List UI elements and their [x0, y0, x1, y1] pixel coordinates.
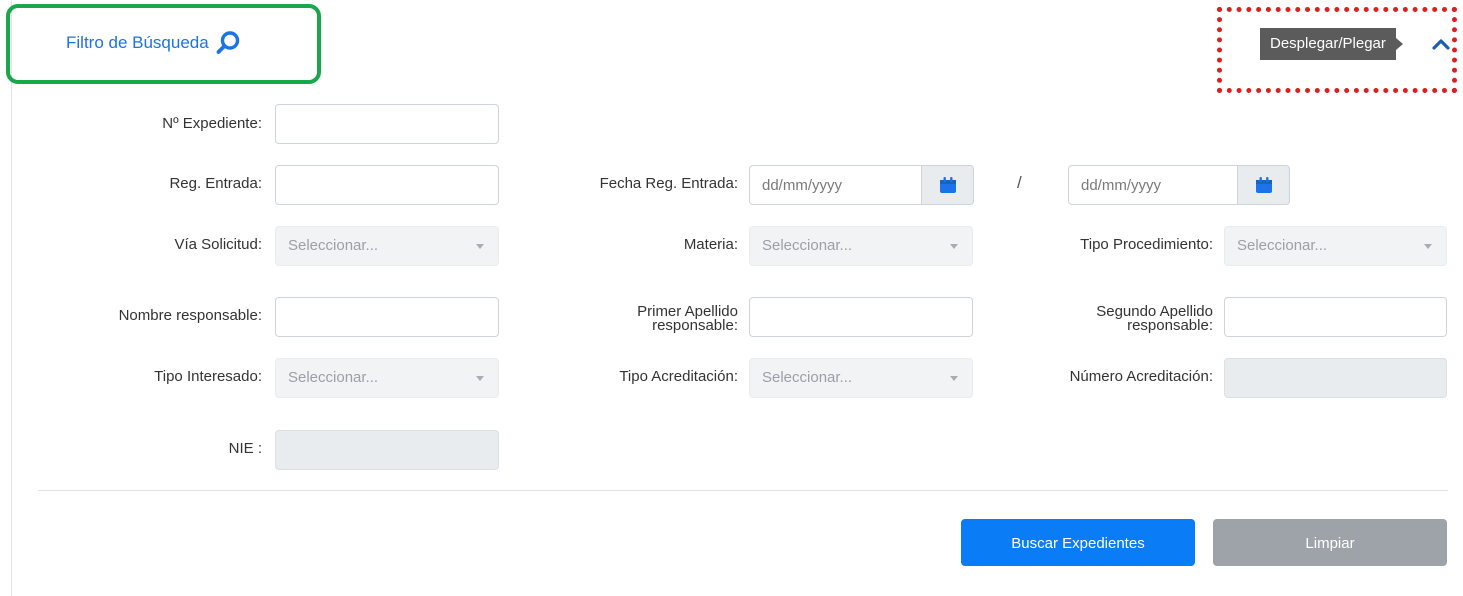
tipo-interesado-label: Tipo Interesado: — [154, 368, 262, 385]
calendar-icon — [939, 177, 956, 193]
fecha-desde-input[interactable] — [749, 165, 922, 205]
collapse-toggle-button[interactable] — [1430, 34, 1452, 56]
fecha-hasta-calendar-button[interactable] — [1238, 165, 1290, 205]
tipo-procedimiento-label: Tipo Procedimiento: — [1080, 236, 1213, 253]
caret-down-icon — [476, 244, 484, 249]
clear-button[interactable]: Limpiar — [1213, 519, 1447, 566]
via-solicitud-select[interactable]: Seleccionar... — [275, 226, 499, 266]
form-divider — [38, 490, 1448, 491]
expediente-label: Nº Expediente: — [162, 115, 262, 132]
reg-entrada-label: Reg. Entrada: — [169, 175, 262, 192]
segundo-apellido-input[interactable] — [1224, 297, 1447, 337]
expediente-input[interactable] — [275, 104, 499, 144]
chevron-up-icon — [1432, 39, 1450, 50]
tipo-interesado-selected: Seleccionar... — [288, 369, 379, 386]
segundo-apellido-label: Segundo Apellido responsable: — [1096, 304, 1213, 334]
nombre-responsable-label: Nombre responsable: — [118, 307, 262, 324]
nie-input[interactable] — [275, 430, 499, 470]
primer-apellido-label: Primer Apellido responsable: — [637, 304, 738, 334]
date-range-separator: / — [1017, 173, 1022, 192]
via-solicitud-label: Vía Solicitud: — [174, 236, 262, 253]
caret-down-icon — [950, 244, 958, 249]
fecha-hasta-input[interactable] — [1068, 165, 1238, 205]
primer-apellido-input[interactable] — [749, 297, 973, 337]
numero-acreditacion-input[interactable] — [1224, 358, 1447, 398]
numero-acreditacion-label: Número Acreditación: — [1069, 368, 1213, 385]
panel-title-text: Filtro de Búsqueda — [66, 33, 209, 52]
reg-entrada-input[interactable] — [275, 165, 499, 205]
nie-label: NIE : — [228, 440, 262, 457]
materia-select[interactable]: Seleccionar... — [749, 226, 973, 266]
fecha-reg-entrada-label: Fecha Reg. Entrada: — [599, 175, 738, 192]
tipo-interesado-select[interactable]: Seleccionar... — [275, 358, 499, 398]
panel-title: Filtro de Búsqueda — [66, 30, 241, 56]
toggle-tooltip: Desplegar/Plegar — [1260, 28, 1403, 60]
nombre-responsable-input[interactable] — [275, 297, 499, 337]
segundo-apellido-label-line2: responsable: — [1127, 317, 1213, 334]
tipo-acreditacion-selected: Seleccionar... — [762, 369, 853, 386]
materia-selected: Seleccionar... — [762, 237, 853, 254]
tipo-procedimiento-select[interactable]: Seleccionar... — [1224, 226, 1447, 266]
via-solicitud-selected: Seleccionar... — [288, 237, 379, 254]
fecha-desde-calendar-button[interactable] — [922, 165, 974, 205]
tipo-acreditacion-select[interactable]: Seleccionar... — [749, 358, 973, 398]
search-expedientes-button[interactable]: Buscar Expedientes — [961, 519, 1195, 566]
tipo-acreditacion-label: Tipo Acreditación: — [619, 368, 738, 385]
materia-label: Materia: — [683, 236, 738, 253]
primer-apellido-label-line2: responsable: — [652, 317, 738, 334]
panel-left-border — [11, 0, 12, 596]
caret-down-icon — [950, 376, 958, 381]
search-icon — [215, 30, 241, 56]
tipo-procedimiento-selected: Seleccionar... — [1237, 237, 1328, 254]
calendar-icon — [1255, 177, 1272, 193]
caret-down-icon — [1424, 244, 1432, 249]
caret-down-icon — [476, 376, 484, 381]
